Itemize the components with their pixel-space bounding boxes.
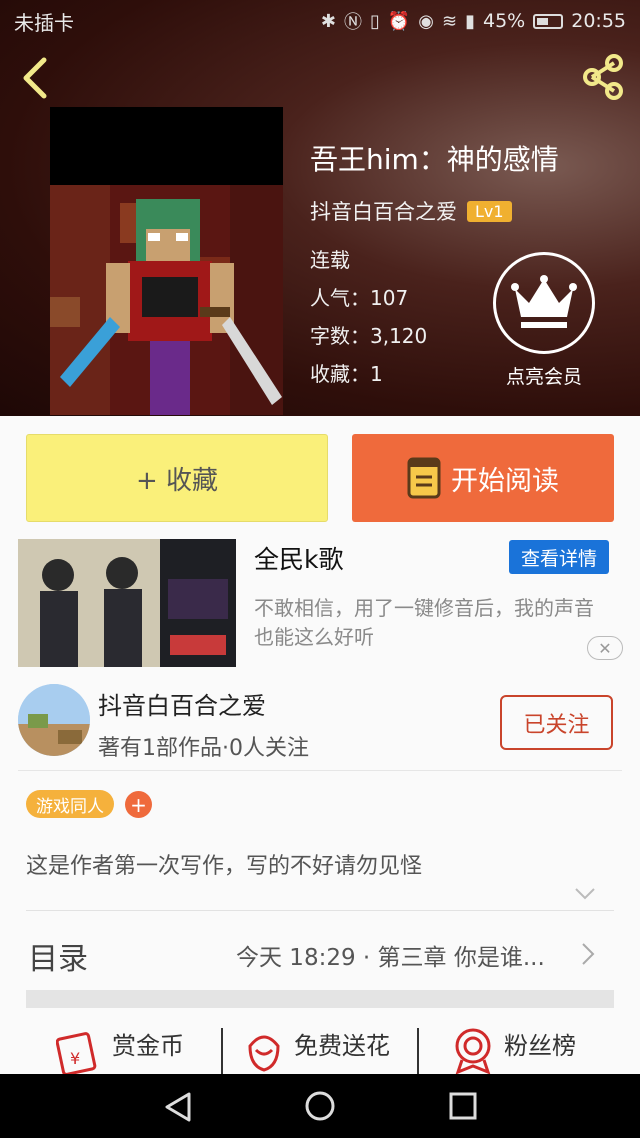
crown-icon bbox=[511, 275, 577, 328]
fans-rank-button[interactable]: 粉丝榜 bbox=[452, 1026, 576, 1074]
tag-chip[interactable]: 游戏同人 bbox=[26, 790, 114, 818]
alarm-icon: ⏰ bbox=[387, 10, 411, 32]
status-icons: ✱ Ⓝ ▯ ⏰ ◉ ≋ ▮ 45% 20:55 bbox=[321, 8, 626, 34]
start-reading-label: 开始阅读 bbox=[451, 465, 559, 497]
divider bbox=[18, 770, 622, 771]
carrier-label: 未插卡 bbox=[14, 10, 74, 35]
author-name[interactable]: 抖音白百合之爱 bbox=[310, 196, 457, 226]
triangle-back-icon bbox=[165, 1092, 191, 1122]
ad-description: 不敢相信，用了一键修音后，我的声音也能这么好听 bbox=[254, 596, 594, 649]
back-button[interactable] bbox=[16, 56, 56, 100]
divider bbox=[26, 910, 614, 911]
toc-arrow[interactable] bbox=[580, 942, 596, 966]
send-flowers-button[interactable]: 免费送花 bbox=[244, 1026, 390, 1074]
svg-text:¥: ¥ bbox=[70, 1049, 80, 1068]
book-intro: 这是作者第一次写作，写的不好请勿见怪 bbox=[26, 854, 423, 879]
bottom-actions: ¥ 赏金币 免费送花 粉丝榜 bbox=[0, 1026, 640, 1074]
battery-percent: 45% bbox=[483, 10, 526, 32]
nav-back-button[interactable] bbox=[163, 1091, 193, 1127]
ad-close-button[interactable]: ✕ bbox=[587, 636, 623, 660]
circle-home-icon bbox=[305, 1091, 335, 1121]
reward-coins-label: 赏金币 bbox=[112, 1032, 184, 1060]
chevron-down-icon bbox=[575, 888, 595, 900]
plus-icon: + bbox=[130, 792, 147, 817]
vip-button[interactable]: 点亮会员 bbox=[493, 252, 595, 389]
nav-recent-button[interactable] bbox=[449, 1092, 477, 1124]
chevron-left-icon bbox=[23, 57, 47, 99]
eye-icon: ◉ bbox=[418, 10, 434, 32]
reward-icon: ¥ bbox=[56, 1032, 97, 1074]
clock: 20:55 bbox=[571, 10, 626, 32]
book-title: 吾王him：神的感情 bbox=[310, 143, 559, 176]
battery-saver-icon: ▮ bbox=[465, 10, 475, 32]
toc-label[interactable]: 目录 bbox=[28, 934, 88, 978]
square-recent-icon bbox=[449, 1092, 477, 1120]
nfc-icon: Ⓝ bbox=[343, 12, 362, 33]
ad-detail-button[interactable]: 查看详情 bbox=[509, 540, 609, 574]
send-flowers-label: 免费送花 bbox=[294, 1032, 390, 1060]
fans-rank-label: 粉丝榜 bbox=[504, 1032, 576, 1060]
book-cover[interactable] bbox=[50, 107, 283, 415]
follow-button[interactable]: 已关注 bbox=[500, 695, 613, 750]
expand-intro-button[interactable] bbox=[574, 886, 596, 900]
fans-rank-icon bbox=[455, 1028, 491, 1074]
chevron-right-icon bbox=[582, 943, 595, 965]
vibrate-icon: ▯ bbox=[369, 10, 380, 32]
book-detail-content: + 收藏 开始阅读 全民k歌 查看详情 不敢相信，用了一键修音后，我的声音也能这… bbox=[0, 416, 640, 1074]
avatar-image bbox=[18, 684, 90, 756]
serial-status: 连载 bbox=[310, 248, 350, 272]
system-nav-bar bbox=[0, 1074, 640, 1138]
ad-title[interactable]: 全民k歌 bbox=[254, 540, 343, 576]
add-tag-button[interactable]: + bbox=[125, 791, 152, 818]
ad-thumbnail[interactable] bbox=[18, 539, 236, 667]
divider bbox=[221, 1028, 223, 1074]
wifi-icon: ≋ bbox=[442, 10, 458, 32]
share-icon bbox=[583, 54, 623, 100]
favorites-count: 收藏：1 bbox=[310, 362, 383, 386]
author-card-name[interactable]: 抖音白百合之爱 bbox=[98, 686, 266, 721]
cover-art-image bbox=[50, 107, 283, 415]
battery-icon bbox=[533, 13, 564, 29]
popularity-count: 人气：107 bbox=[310, 286, 409, 310]
author-stats: 著有1部作品·0人关注 bbox=[98, 736, 309, 761]
author-avatar[interactable] bbox=[18, 684, 90, 756]
ad-image bbox=[18, 539, 236, 667]
collect-button[interactable]: + 收藏 bbox=[26, 434, 328, 522]
share-button[interactable] bbox=[578, 52, 628, 102]
word-count: 字数：3,120 bbox=[310, 324, 428, 348]
status-bar: 未插卡 ✱ Ⓝ ▯ ⏰ ◉ ≋ ▮ 45% 20:55 bbox=[0, 0, 640, 42]
book-icon bbox=[407, 457, 441, 499]
start-reading-button[interactable]: 开始阅读 bbox=[352, 434, 614, 522]
nav-home-button[interactable] bbox=[304, 1090, 336, 1126]
divider bbox=[417, 1028, 419, 1074]
level-badge: Lv1 bbox=[467, 200, 512, 222]
reward-coins-button[interactable]: ¥ 赏金币 bbox=[56, 1026, 184, 1074]
flower-icon bbox=[248, 1035, 280, 1072]
vip-circle bbox=[493, 252, 595, 354]
author-line: 抖音白百合之爱 Lv1 bbox=[310, 196, 512, 226]
bluetooth-icon: ✱ bbox=[320, 10, 336, 32]
book-header: 未插卡 ✱ Ⓝ ▯ ⏰ ◉ ≋ ▮ 45% 20:55 吾王him：神的感情 抖… bbox=[0, 0, 640, 416]
section-separator bbox=[26, 990, 614, 1008]
vip-label: 点亮会员 bbox=[505, 366, 582, 388]
close-icon: ✕ bbox=[598, 638, 612, 658]
toc-latest-chapter[interactable]: 今天 18:29 · 第三章 你是谁... bbox=[236, 938, 545, 972]
